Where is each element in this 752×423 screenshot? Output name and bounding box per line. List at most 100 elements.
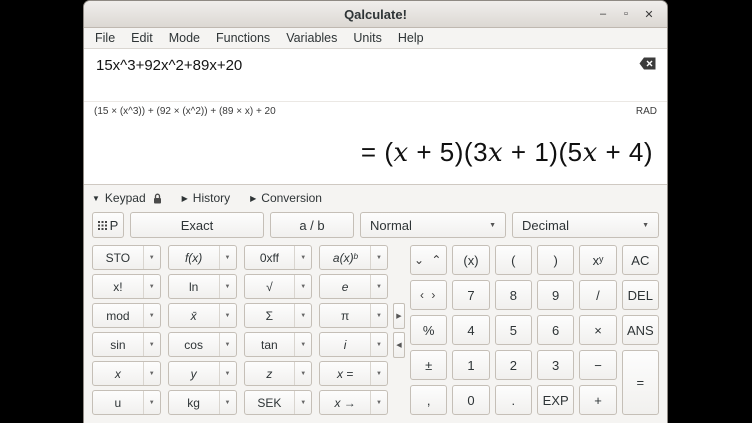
key-6[interactable]: 6 <box>537 315 574 345</box>
menu-file[interactable]: File <box>87 28 123 48</box>
key-multiply[interactable]: × <box>579 315 616 345</box>
titlebar[interactable]: Qalculate! – ▫ ✕ <box>84 1 667 28</box>
key-1[interactable]: 1 <box>452 350 489 380</box>
key-cos[interactable]: cos▼ <box>168 332 237 357</box>
key-subtract[interactable]: − <box>579 350 616 380</box>
history-expander[interactable]: ▶ History <box>182 191 231 205</box>
key-function-label[interactable]: f(x) <box>169 246 219 269</box>
key-sum-label[interactable]: Σ <box>245 304 295 327</box>
key-decimal-point[interactable]: . <box>495 385 532 415</box>
key-sin-menu-arrow-icon[interactable]: ▼ <box>143 333 160 356</box>
key-comma[interactable]: , <box>410 385 447 415</box>
key-factorial-label[interactable]: x! <box>93 275 143 298</box>
key-0[interactable]: 0 <box>452 385 489 415</box>
key-tan[interactable]: tan▼ <box>244 332 313 357</box>
key-unit[interactable]: u▼ <box>92 390 161 415</box>
key-convert-label[interactable]: x → <box>320 391 370 414</box>
fraction-toggle-button[interactable]: a / b <box>270 212 354 238</box>
key-imaginary-unit[interactable]: i▼ <box>319 332 388 357</box>
key-unit-label[interactable]: u <box>93 391 143 414</box>
keypad-prev-page-button[interactable]: ◀ <box>393 332 405 358</box>
menu-functions[interactable]: Functions <box>208 28 278 48</box>
key-var-x[interactable]: x▼ <box>92 361 161 386</box>
key-close-paren[interactable]: ) <box>537 245 574 275</box>
key-imaginary-unit-label[interactable]: i <box>320 333 370 356</box>
key-mod[interactable]: mod▼ <box>92 303 161 328</box>
menu-variables[interactable]: Variables <box>278 28 345 48</box>
key-var-z-label[interactable]: z <box>245 362 295 385</box>
key-tan-menu-arrow-icon[interactable]: ▼ <box>294 333 311 356</box>
key-var-x-label[interactable]: x <box>93 362 143 385</box>
key-sto-menu-arrow-icon[interactable]: ▼ <box>143 246 160 269</box>
key-pi-label[interactable]: π <box>320 304 370 327</box>
key-e-constant-label[interactable]: e <box>320 275 370 298</box>
key-divide[interactable]: / <box>579 280 616 310</box>
key-percent[interactable]: % <box>410 315 447 345</box>
key-ln-menu-arrow-icon[interactable]: ▼ <box>219 275 236 298</box>
key-sum[interactable]: Σ▼ <box>244 303 313 328</box>
key-sin-label[interactable]: sin <box>93 333 143 356</box>
programming-keypad-button[interactable]: P <box>92 212 124 238</box>
key-var-x-menu-arrow-icon[interactable]: ▼ <box>143 362 160 385</box>
expression-input-area[interactable]: 15x^3+92x^2+89x+20 <box>84 49 667 101</box>
key-var-y[interactable]: y▼ <box>168 361 237 386</box>
key-all-clear[interactable]: AC <box>622 245 659 275</box>
key-mean-menu-arrow-icon[interactable]: ▼ <box>219 304 236 327</box>
key-convert[interactable]: x →▼ <box>319 390 388 415</box>
key-cursor-left-right[interactable]: ‹ › <box>410 280 447 310</box>
key-number-bases-label[interactable]: 0xff <box>245 246 295 269</box>
maximize-button[interactable]: ▫ <box>617 5 635 23</box>
key-e-constant[interactable]: e▼ <box>319 274 388 299</box>
key-factorial-menu-arrow-icon[interactable]: ▼ <box>143 275 160 298</box>
key-exponent-function[interactable]: a(x)ᵇ▼ <box>319 245 388 270</box>
lock-icon[interactable] <box>153 193 162 204</box>
exact-toggle-button[interactable]: Exact <box>130 212 264 238</box>
expression-input[interactable]: 15x^3+92x^2+89x+20 <box>84 49 667 74</box>
key-sqrt[interactable]: √▼ <box>244 274 313 299</box>
number-base-select[interactable]: Decimal ▼ <box>512 212 659 238</box>
key-var-y-label[interactable]: y <box>169 362 219 385</box>
key-sto[interactable]: STO▼ <box>92 245 161 270</box>
keypad-next-page-button[interactable]: ▶ <box>393 303 405 329</box>
key-sqrt-menu-arrow-icon[interactable]: ▼ <box>294 275 311 298</box>
key-8[interactable]: 8 <box>495 280 532 310</box>
key-add[interactable]: + <box>579 385 616 415</box>
key-cos-label[interactable]: cos <box>169 333 219 356</box>
key-exponent-function-menu-arrow-icon[interactable]: ▼ <box>370 246 387 269</box>
key-pi[interactable]: π▼ <box>319 303 388 328</box>
key-number-bases-menu-arrow-icon[interactable]: ▼ <box>294 246 311 269</box>
key-4[interactable]: 4 <box>452 315 489 345</box>
conversion-expander[interactable]: ▶ Conversion <box>250 191 322 205</box>
angle-mode-indicator[interactable]: RAD <box>636 106 657 117</box>
menu-help[interactable]: Help <box>390 28 432 48</box>
key-power[interactable]: xʸ <box>579 245 616 275</box>
key-scroll-up-down[interactable]: ⌄ ⌃ <box>410 245 447 275</box>
key-ln[interactable]: ln▼ <box>168 274 237 299</box>
key-open-paren[interactable]: ( <box>495 245 532 275</box>
key-unit-menu-arrow-icon[interactable]: ▼ <box>143 391 160 414</box>
key-exponent-function-label[interactable]: a(x)ᵇ <box>320 246 370 269</box>
key-delete[interactable]: DEL <box>622 280 659 310</box>
key-7[interactable]: 7 <box>452 280 489 310</box>
key-3[interactable]: 3 <box>537 350 574 380</box>
key-mod-label[interactable]: mod <box>93 304 143 327</box>
key-plus-minus[interactable]: ± <box>410 350 447 380</box>
key-mean-label[interactable]: x̄ <box>169 304 219 327</box>
menu-mode[interactable]: Mode <box>161 28 208 48</box>
key-answer[interactable]: ANS <box>622 315 659 345</box>
close-button[interactable]: ✕ <box>640 5 658 23</box>
key-sto-label[interactable]: STO <box>93 246 143 269</box>
key-mean[interactable]: x̄▼ <box>168 303 237 328</box>
key-pi-menu-arrow-icon[interactable]: ▼ <box>370 304 387 327</box>
key-kg-label[interactable]: kg <box>169 391 219 414</box>
key-imaginary-unit-menu-arrow-icon[interactable]: ▼ <box>370 333 387 356</box>
key-function-menu-arrow-icon[interactable]: ▼ <box>219 246 236 269</box>
key-parenthesize[interactable]: (x) <box>452 245 489 275</box>
key-var-z[interactable]: z▼ <box>244 361 313 386</box>
key-kg-menu-arrow-icon[interactable]: ▼ <box>219 391 236 414</box>
key-assign-menu-arrow-icon[interactable]: ▼ <box>370 362 387 385</box>
key-assign[interactable]: x =▼ <box>319 361 388 386</box>
key-assign-label[interactable]: x = <box>320 362 370 385</box>
key-sqrt-label[interactable]: √ <box>245 275 295 298</box>
key-var-z-menu-arrow-icon[interactable]: ▼ <box>294 362 311 385</box>
